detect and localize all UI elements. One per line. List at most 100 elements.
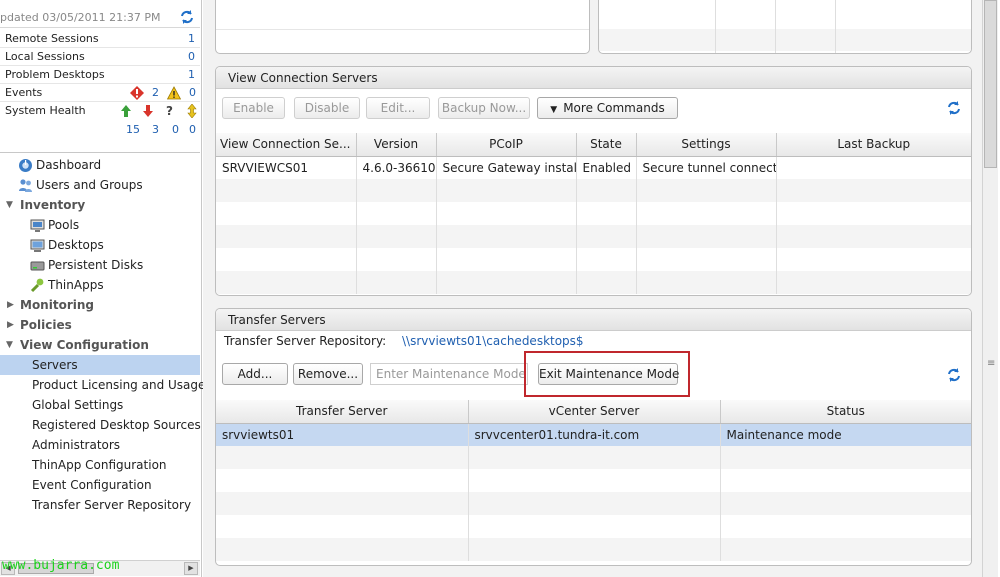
nav-inventory[interactable]: ▼ Inventory xyxy=(0,195,200,215)
panel-title: View Connection Servers xyxy=(216,67,971,89)
nav-label: Pools xyxy=(48,218,80,232)
disable-button[interactable]: Disable xyxy=(294,97,360,119)
nav-thinapp-configuration[interactable]: ThinApp Configuration xyxy=(0,455,200,475)
transfer-servers-table: Transfer Server vCenter Server Status sr… xyxy=(216,400,971,561)
repository-path-link[interactable]: \\srvviewts01\cachedesktops$ xyxy=(402,334,584,348)
column-header[interactable]: Settings xyxy=(636,133,777,157)
cell-state: Enabled xyxy=(576,156,637,179)
nav-users-and-groups[interactable]: Users and Groups xyxy=(0,175,200,195)
scroll-grip-icon[interactable]: ≡ xyxy=(987,358,995,369)
thinapps-icon xyxy=(30,278,44,293)
stat-remote-sessions[interactable]: Remote Sessions 1 xyxy=(0,30,200,48)
column-header[interactable]: Version xyxy=(356,133,437,157)
enter-maintenance-mode-button[interactable]: Enter Maintenance Mode... xyxy=(370,363,528,385)
exit-maintenance-mode-button[interactable]: Exit Maintenance Mode xyxy=(538,363,679,385)
column-header[interactable]: Transfer Server xyxy=(216,400,469,424)
nav-label: Event Configuration xyxy=(32,478,152,492)
nav-policies[interactable]: ▶ Policies xyxy=(0,315,200,335)
health-down-count[interactable]: 3 xyxy=(152,123,159,136)
nav-label: Persistent Disks xyxy=(48,258,144,272)
stat-local-sessions[interactable]: Local Sessions 0 xyxy=(0,48,200,66)
vertical-scrollbar[interactable]: ≡ xyxy=(982,0,998,577)
table-row-empty xyxy=(216,446,971,469)
arrow-up-icon xyxy=(121,105,131,117)
nav-global-settings[interactable]: Global Settings xyxy=(0,395,200,415)
up-down-arrow-icon xyxy=(187,104,197,118)
enable-button[interactable]: Enable xyxy=(222,97,285,119)
expand-arrow-icon[interactable]: ▶ xyxy=(7,315,14,335)
nav-registered-desktop-sources[interactable]: Registered Desktop Sources xyxy=(0,415,201,435)
desktops-icon xyxy=(30,239,45,252)
transfer-servers-panel: Transfer Servers Transfer Server Reposit… xyxy=(215,308,972,566)
warning-icon xyxy=(167,86,181,100)
column-header[interactable]: State xyxy=(576,133,637,157)
nav-label: Transfer Server Repository xyxy=(32,498,192,512)
more-commands-button[interactable]: ▼ More Commands xyxy=(537,97,678,119)
backup-now-button[interactable]: Backup Now... xyxy=(438,97,530,119)
nav-monitoring[interactable]: ▶ Monitoring xyxy=(0,295,200,315)
nav-pools[interactable]: Pools xyxy=(0,215,200,235)
table-row-empty xyxy=(216,271,971,294)
expand-arrow-icon[interactable]: ▶ xyxy=(7,295,14,315)
nav-servers[interactable]: Servers xyxy=(0,355,200,375)
stat-problem-desktops[interactable]: Problem Desktops 1 xyxy=(0,66,200,84)
table-header: Transfer Server vCenter Server Status xyxy=(216,400,971,424)
health-unknown-count[interactable]: 0 xyxy=(172,123,179,136)
nav-view-configuration[interactable]: ▼ View Configuration xyxy=(0,335,200,355)
table-row-empty xyxy=(216,469,971,492)
column-header[interactable]: Status xyxy=(720,400,971,424)
health-up-count[interactable]: 15 xyxy=(126,123,140,136)
nav-label: Global Settings xyxy=(32,398,124,412)
table-row[interactable]: srvviewts01 srvvcenter01.tundra-it.com M… xyxy=(216,423,971,446)
nav-administrators[interactable]: Administrators xyxy=(0,435,200,455)
nav-label: ThinApps xyxy=(48,278,104,292)
stat-label: Events xyxy=(5,86,43,99)
nav-label: Inventory xyxy=(20,198,86,212)
edit-button[interactable]: Edit... xyxy=(366,97,430,119)
collapse-arrow-icon[interactable]: ▼ xyxy=(6,335,13,355)
refresh-icon[interactable] xyxy=(946,367,962,383)
cell-transfer-server: srvviewts01 xyxy=(216,423,469,446)
nav-label: Monitoring xyxy=(20,298,94,312)
nav-product-licensing[interactable]: Product Licensing and Usage xyxy=(0,375,205,395)
stat-value[interactable]: 1 xyxy=(188,32,195,45)
main-content: View Connection Servers Enable Disable E… xyxy=(203,0,982,577)
nav-persistent-disks[interactable]: Persistent Disks xyxy=(0,255,200,275)
refresh-icon[interactable] xyxy=(179,9,195,25)
events-error-count[interactable]: 2 xyxy=(152,86,159,99)
events-warning-count[interactable]: 0 xyxy=(189,86,196,99)
nav-desktops[interactable]: Desktops xyxy=(0,235,200,255)
stat-system-health: System Health ? xyxy=(0,102,200,140)
refresh-icon[interactable] xyxy=(946,100,962,116)
add-button[interactable]: Add... xyxy=(222,363,288,385)
scroll-right-icon[interactable]: ▶ xyxy=(184,562,198,575)
table-row[interactable]: SRVVIEWCS01 4.6.0-36610 Secure Gateway i… xyxy=(216,156,971,179)
nav-transfer-server-repository[interactable]: Transfer Server Repository xyxy=(0,495,200,515)
stat-value[interactable]: 0 xyxy=(188,50,195,63)
column-header[interactable]: Last Backup xyxy=(776,133,971,157)
stat-value[interactable]: 1 xyxy=(188,68,195,81)
nav-event-configuration[interactable]: Event Configuration xyxy=(0,475,200,495)
cell-server-name: SRVVIEWCS01 xyxy=(216,156,357,179)
nav-dashboard[interactable]: Dashboard xyxy=(0,155,200,175)
cell-last-backup xyxy=(776,156,971,179)
collapse-arrow-icon[interactable]: ▼ xyxy=(6,195,13,215)
table-row-empty xyxy=(216,225,971,248)
column-header[interactable]: vCenter Server xyxy=(468,400,721,424)
health-other-count[interactable]: 0 xyxy=(189,123,196,136)
stat-label: Local Sessions xyxy=(5,50,85,63)
arrow-down-icon xyxy=(143,105,153,117)
scroll-thumb[interactable] xyxy=(984,0,997,168)
stat-label: System Health xyxy=(5,104,86,117)
error-icon xyxy=(130,86,144,100)
column-header[interactable]: PCoIP xyxy=(436,133,577,157)
nav-label: Product Licensing and Usage xyxy=(32,378,206,392)
remove-button[interactable]: Remove... xyxy=(293,363,363,385)
stat-label: Remote Sessions xyxy=(5,32,99,45)
pools-icon xyxy=(30,219,45,232)
column-header[interactable]: View Connection Se... xyxy=(216,133,357,157)
cell-settings: Secure tunnel connecti xyxy=(636,156,777,179)
nav-label: Administrators xyxy=(32,438,121,452)
nav-thinapps[interactable]: ThinApps xyxy=(0,275,200,295)
partial-panel-right xyxy=(598,0,972,54)
